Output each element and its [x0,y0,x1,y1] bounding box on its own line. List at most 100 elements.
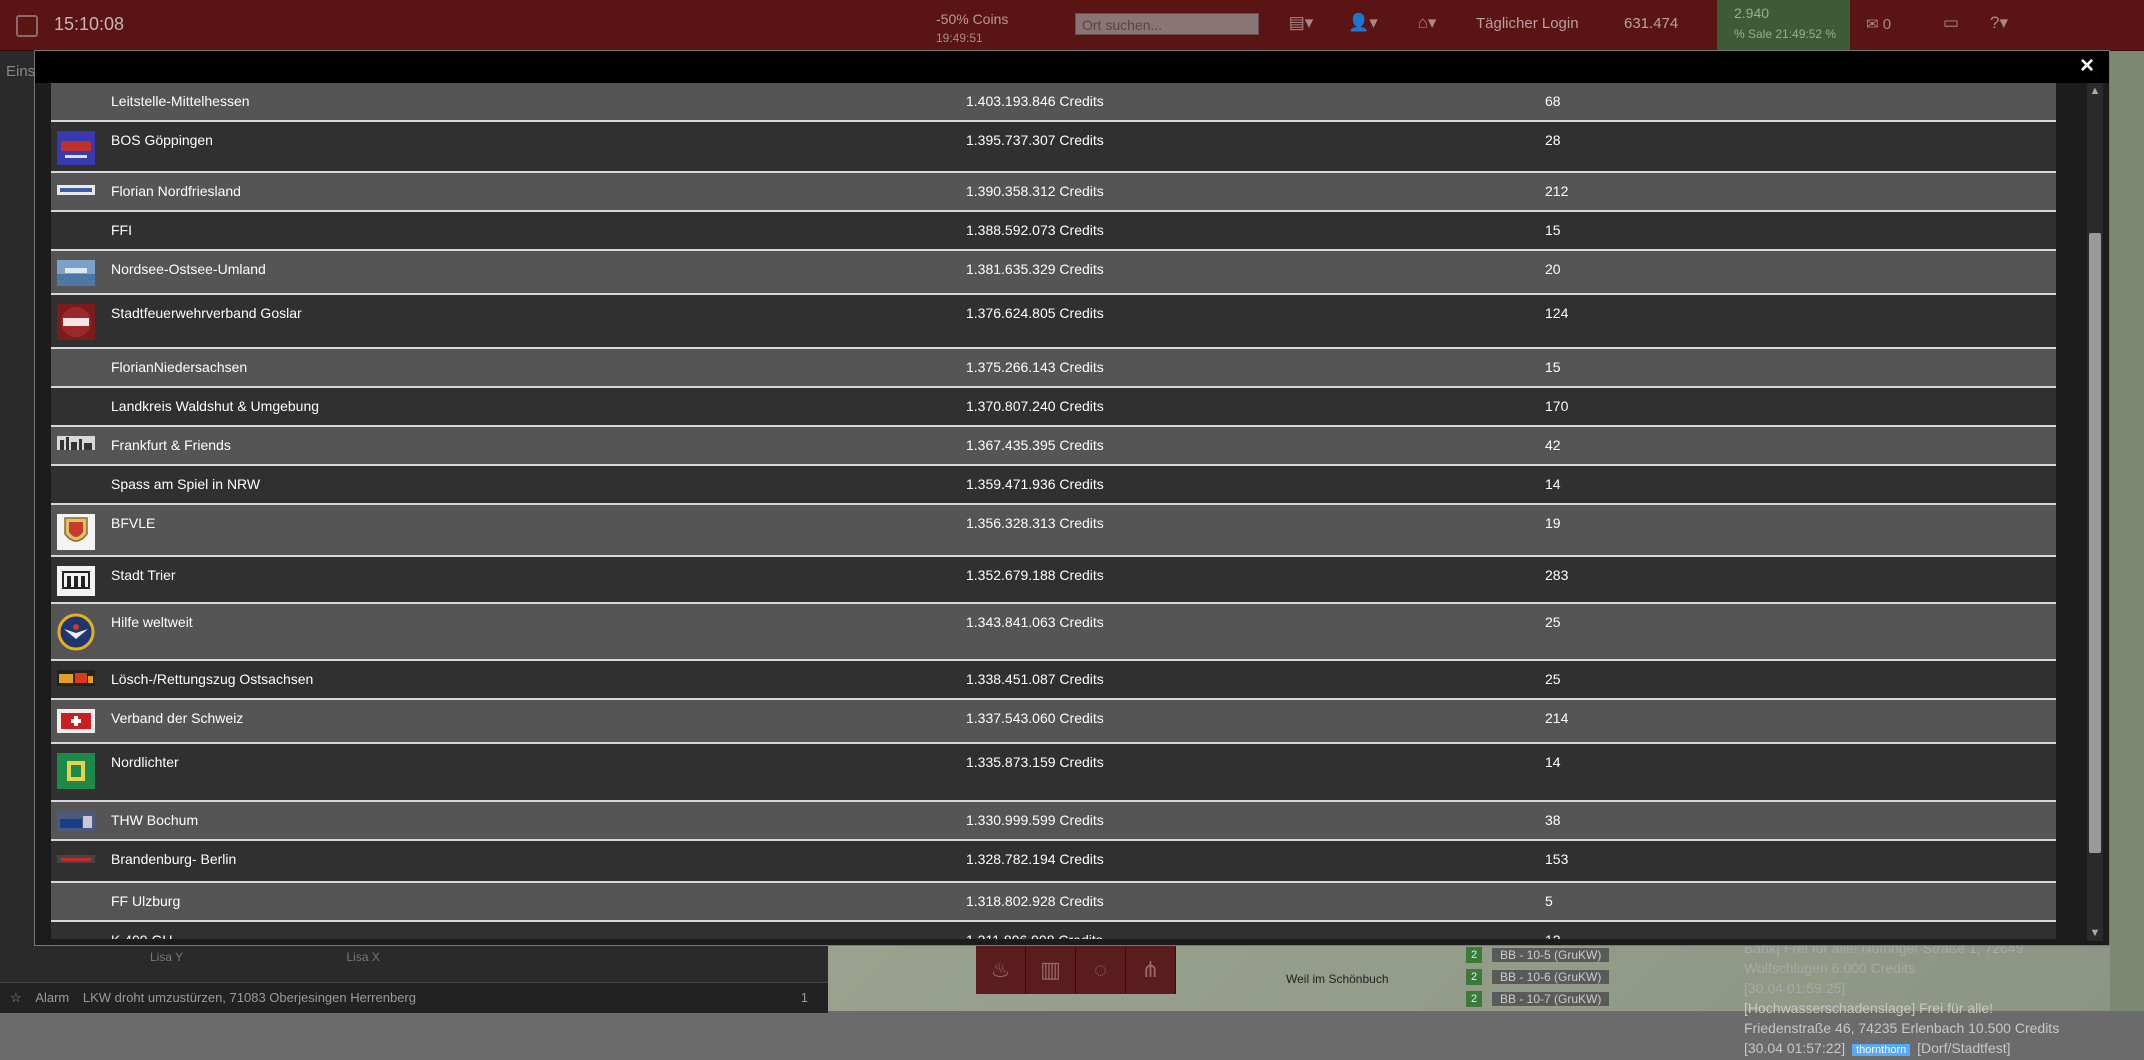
alliance-members: 12 [1545,932,1561,939]
alliance-ranking-modal: × Leitstelle-Mittelhessen 1.403.193.846 C… [34,50,2110,946]
alarm-label[interactable]: Alarm [35,990,69,1005]
modal-scrollbar[interactable]: ▲ ▼ [2087,83,2103,941]
alliance-members: 14 [1545,476,1561,492]
ranking-row: THW Bochum 1.330.999.599 Credits 38 [51,802,2056,841]
radio-tower-icon[interactable]: ⋔ [1126,946,1176,994]
user-menu-icon[interactable]: 👤▾ [1348,13,1378,35]
mail-count-badge: 0 [1882,16,1892,33]
alliance-logo-icon [57,709,95,735]
alliance-members: 20 [1545,261,1561,277]
empty-logo-cell [57,92,95,118]
alliance-members: 214 [1545,710,1569,726]
alliance-name-link[interactable]: Landkreis Waldshut & Umgebung [111,398,319,414]
chat-mission[interactable]: [Dorf/Stadtfest] [1917,1040,2010,1056]
alliance-credits: 1.335.873.159 Credits [966,754,1104,770]
ranking-row: Hilfe weltweit 1.343.841.063 Credits 25 [51,604,2056,661]
empty-logo-cell [57,397,95,423]
alliance-name-link[interactable]: Verband der Schweiz [111,710,243,726]
alliance-name-link[interactable]: FlorianNiedersachsen [111,359,247,375]
alliance-menu-icon[interactable]: ⌂▾ [1412,13,1442,35]
alliance-name-link[interactable]: BFVLE [111,515,155,531]
alliance-name-link[interactable]: FFI [111,222,132,238]
alliance-members: 15 [1545,359,1561,375]
alliance-credits: 1.338.451.087 Credits [966,671,1104,687]
alliance-name-link[interactable]: BOS Göppingen [111,132,213,148]
alliance-credits: 1.388.592.073 Credits [966,222,1104,238]
vehicle-list: 2 BB - 10-5 (GruKW) 2 BB - 10-6 (GruKW) 2B… [1444,944,1610,1010]
alliance-chat-feed: Bank] Frei für alle! Nufringer Straße 1,… [1744,938,2114,1060]
sub-user-names: Lisa Y Lisa X [150,950,540,964]
empty-logo-cell [57,475,95,501]
coins-sale-label[interactable]: -50% Coins [936,11,1008,27]
alliance-logo-icon [57,260,95,286]
alliance-name-link[interactable]: Spass am Spiel in NRW [111,476,260,492]
game-clock: 15:10:08 [54,14,125,34]
star-icon[interactable]: ☆ [10,990,22,1005]
coins-sale-box[interactable]: 2.940 % Sale 21:49:52 % [1717,0,1850,50]
list-menu-icon[interactable]: ▤▾ [1286,13,1316,35]
vehicle-row[interactable]: 2 BB - 10-7 (GruKW) [1444,988,1610,1010]
alliance-credits: 1.356.328.313 Credits [966,515,1104,531]
map-toolbar: ♨ ▥ ◌ ⋔ [976,946,1176,994]
building-icon[interactable]: ▥ [1026,946,1076,994]
chat-line: Wolfschlugen 6.000 Credits [1744,960,1915,976]
alliance-members: 212 [1545,183,1569,199]
alliance-credits: 1.343.841.063 Credits [966,614,1104,630]
fire-icon[interactable]: ♨ [976,946,1026,994]
alliance-logo-icon [57,131,95,165]
close-button[interactable]: × [2075,53,2099,79]
sub-name-2: Lisa X [346,950,380,964]
mission-count: 1 [800,990,808,1005]
alliance-name-link[interactable]: Hilfe weltweit [111,614,193,630]
alliance-credits: 1.367.435.395 Credits [966,437,1104,453]
map-edge [2110,51,2144,1011]
alliance-name-link[interactable]: Nordsee-Ostsee-Umland [111,261,266,277]
alliance-name-link[interactable]: Nordlichter [111,754,179,770]
mission-text[interactable]: LKW droht umzustürzen, 71083 Oberjesinge… [83,990,416,1005]
alliance-members: 283 [1545,567,1569,583]
alliance-name-link[interactable]: Stadt Trier [111,567,176,583]
alliance-name-link[interactable]: Frankfurt & Friends [111,437,231,453]
alliance-name-link[interactable]: Florian Nordfriesland [111,183,241,199]
chat-line: [30.04 01:57:22] thornthorn [Dorf/Stadtf… [1744,1038,2114,1060]
chat-icon[interactable]: ▭ [1936,13,1966,35]
scroll-up-icon[interactable]: ▲ [2087,83,2103,99]
sale-timer: % Sale 21:49:52 % [1734,27,1837,41]
alliance-members: 15 [1545,222,1561,238]
ranking-row: Florian Nordfriesland 1.390.358.312 Credi… [51,173,2056,212]
alliance-name-link[interactable]: Stadtfeuerwehrverband Goslar [111,305,302,321]
alliance-name-link[interactable]: Leitstelle-Mittelhessen [111,93,250,109]
alliance-name-link[interactable]: K 409 GU [111,932,172,939]
alliance-name-link[interactable]: Lösch-/Rettungszug Ostsachsen [111,671,313,687]
alliance-members: 14 [1545,754,1561,770]
sale-value: 2.940 [1734,5,1770,21]
alliance-members: 38 [1545,812,1561,828]
empty-logo-cell [57,358,95,384]
vehicle-row[interactable]: 2 BB - 10-5 (GruKW) [1444,944,1610,966]
scroll-down-icon[interactable]: ▼ [2087,925,2103,941]
location-search-input[interactable]: Ort suchen... [1075,13,1259,35]
help-icon[interactable]: ?▾ [1984,13,2014,35]
alliance-credits: 1.390.358.312 Credits [966,183,1104,199]
mission-tab-partial[interactable]: Eins [0,63,35,80]
alliance-members: 124 [1545,305,1569,321]
alliance-name-link[interactable]: THW Bochum [111,812,198,828]
alliance-credits: 1.359.471.936 Credits [966,476,1104,492]
vehicle-row[interactable]: 2 BB - 10-6 (GruKW) [1444,966,1610,988]
home-logo-icon[interactable] [16,15,38,37]
credits-display[interactable]: 631.474 [1624,15,1678,32]
alliance-members: 68 [1545,93,1561,109]
alliance-credits: 1.370.807.240 Credits [966,398,1104,414]
alliance-name-link[interactable]: Brandenburg- Berlin [111,851,236,867]
mail-icon[interactable]: ✉ 0 [1866,15,1891,33]
chat-bubble-icon[interactable]: ◌ [1076,946,1126,994]
coins-sale-timer: 19:49:51 [936,31,983,45]
ranking-row: Landkreis Waldshut & Umgebung 1.370.807.2… [51,388,2056,427]
scrollbar-thumb[interactable] [2089,233,2101,853]
vehicle-status: 2 [1466,947,1482,963]
chat-user-tag[interactable]: thornthorn [1852,1044,1911,1056]
daily-login-link[interactable]: Täglicher Login [1476,15,1579,32]
alliance-credits: 1.337.543.060 Credits [966,710,1104,726]
vehicle-label: BB - 10-7 (GruKW) [1492,992,1610,1006]
alliance-name-link[interactable]: FF Ulzburg [111,893,180,909]
